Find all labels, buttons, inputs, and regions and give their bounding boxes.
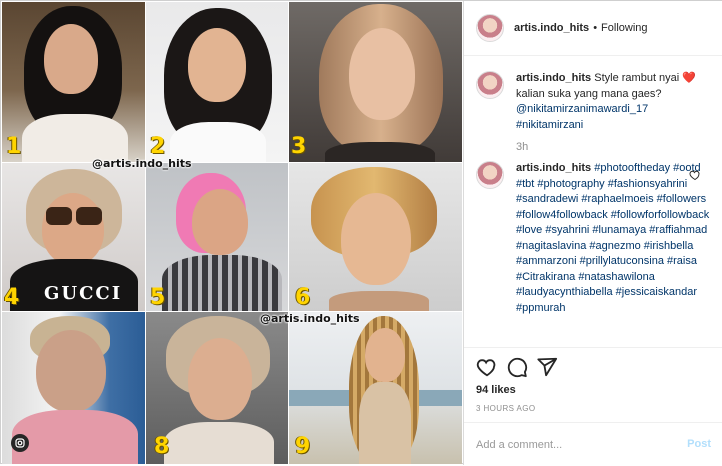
post-header: artis.indo_hits • Following: [464, 1, 722, 56]
collage-number-2: 2: [150, 134, 166, 159]
caption: artis.indo_hits Style rambut nyai ❤️ kal…: [476, 71, 712, 133]
post-actions: 94 likes 3 HOURS AGO Post: [464, 347, 722, 465]
separator-dot: •: [593, 22, 598, 34]
avatar[interactable]: [476, 71, 504, 99]
follow-button[interactable]: Following: [601, 22, 647, 34]
comment-input[interactable]: [476, 436, 666, 454]
avatar[interactable]: [476, 161, 504, 189]
comments-list[interactable]: artis.indo_hits Style rambut nyai ❤️ kal…: [464, 57, 722, 347]
shirt-text: GUCCI: [44, 283, 123, 304]
heart-icon[interactable]: [476, 356, 498, 378]
collage-number-5: 5: [150, 285, 166, 310]
post-side-panel: artis.indo_hits • Following artis.indo_h…: [463, 1, 722, 465]
watermark: @artis.indo_hits: [260, 312, 360, 325]
collage-number-6: 6: [295, 285, 311, 310]
share-icon[interactable]: [536, 356, 558, 378]
instagram-icon: [11, 434, 29, 452]
collage-number-1: 1: [6, 134, 22, 159]
header-username[interactable]: artis.indo_hits: [514, 22, 589, 34]
collage-tile-4: GUCCI 4: [2, 163, 145, 311]
small-heart-icon[interactable]: [689, 169, 701, 181]
comment-item: artis.indo_hits #photooftheday #ootd #tb…: [476, 161, 712, 316]
caption-time[interactable]: 3h: [516, 141, 528, 153]
collage-tile-8: 8: [146, 312, 288, 464]
collage-tile-2: 2: [146, 2, 288, 162]
add-comment-bar: Post: [464, 422, 722, 466]
collage-tile-7: 7: [2, 312, 145, 464]
collage-tile-6: 6: [289, 163, 462, 311]
comment-icon[interactable]: [506, 356, 528, 378]
collage-number-8: 8: [154, 434, 170, 459]
comment-username[interactable]: artis.indo_hits: [516, 162, 591, 174]
collage-number-3: 3: [291, 134, 307, 159]
post-window: 1 2 3 GUCCI 4 5 6 8 9 @artis.indo_hits @…: [0, 0, 722, 465]
comment-hashtags[interactable]: #photooftheday #ootd #tbt #photography #…: [516, 162, 709, 314]
caption-username[interactable]: artis.indo_hits: [516, 72, 591, 84]
collage-tile-1: 1: [2, 2, 145, 162]
collage-tile-5: 5: [146, 163, 288, 311]
caption-mention[interactable]: @nikitamirzanimawardi_17: [516, 103, 648, 115]
collage-number-4: 4: [4, 285, 20, 310]
like-count[interactable]: 94 likes: [476, 384, 516, 396]
watermark: @artis.indo_hits: [92, 157, 192, 170]
post-image[interactable]: 1 2 3 GUCCI 4 5 6 8 9 @artis.indo_hits @…: [2, 2, 462, 464]
posted-time[interactable]: 3 HOURS AGO: [476, 404, 536, 413]
collage-number-9: 9: [295, 434, 311, 459]
caption-hashtag[interactable]: #nikitamirzani: [516, 119, 583, 131]
collage-tile-9: 9: [289, 312, 462, 464]
collage-tile-3: 3: [289, 2, 462, 162]
post-button[interactable]: Post: [687, 438, 711, 450]
avatar[interactable]: [476, 14, 504, 42]
